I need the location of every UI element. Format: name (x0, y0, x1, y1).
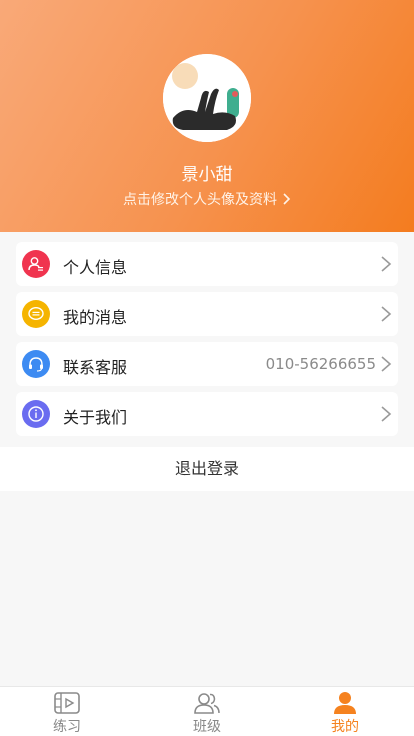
group-icon (194, 693, 220, 714)
menu-item-my-messages[interactable]: 我的消息 (16, 292, 398, 336)
user-icon (22, 250, 50, 278)
tab-mine[interactable]: 我的 (305, 687, 385, 736)
tab-class[interactable]: 班级 (167, 687, 247, 736)
menu-label: 我的消息 (63, 308, 128, 327)
user-name: 景小甜 (181, 165, 233, 185)
chevron-right-icon (283, 192, 291, 208)
menu-item-customer-service[interactable]: 联系客服 010-56266655 (16, 342, 398, 386)
bottom-tab-bar: 练习 班级 我的 (0, 686, 414, 736)
menu-item-personal-info[interactable]: 个人信息 (16, 242, 398, 286)
message-icon (22, 300, 50, 328)
menu-label: 联系客服 (63, 358, 128, 377)
menu-item-about-us[interactable]: 关于我们 (16, 392, 398, 436)
chevron-right-icon (381, 256, 392, 272)
video-icon (54, 692, 80, 714)
tab-label: 班级 (193, 719, 221, 735)
avatar[interactable] (163, 54, 251, 142)
tab-label: 练习 (53, 719, 81, 735)
headset-icon (22, 350, 50, 378)
menu-label: 关于我们 (63, 408, 128, 427)
tab-label: 我的 (331, 719, 359, 735)
edit-profile-text: 点击修改个人头像及资料 (123, 192, 277, 208)
menu-label: 个人信息 (63, 258, 128, 277)
chevron-right-icon (381, 306, 392, 322)
tab-practice[interactable]: 练习 (27, 687, 107, 736)
phone-number[interactable]: 010-56266655 (266, 355, 376, 373)
logout-button[interactable]: 退出登录 (0, 447, 414, 491)
chevron-right-icon (381, 406, 392, 422)
person-icon (334, 692, 356, 714)
profile-header: 景小甜 点击修改个人头像及资料 (0, 0, 414, 232)
swan-avatar-image (163, 54, 251, 142)
info-icon (22, 400, 50, 428)
chevron-right-icon (381, 356, 392, 372)
edit-profile-link[interactable]: 点击修改个人头像及资料 (0, 189, 414, 209)
